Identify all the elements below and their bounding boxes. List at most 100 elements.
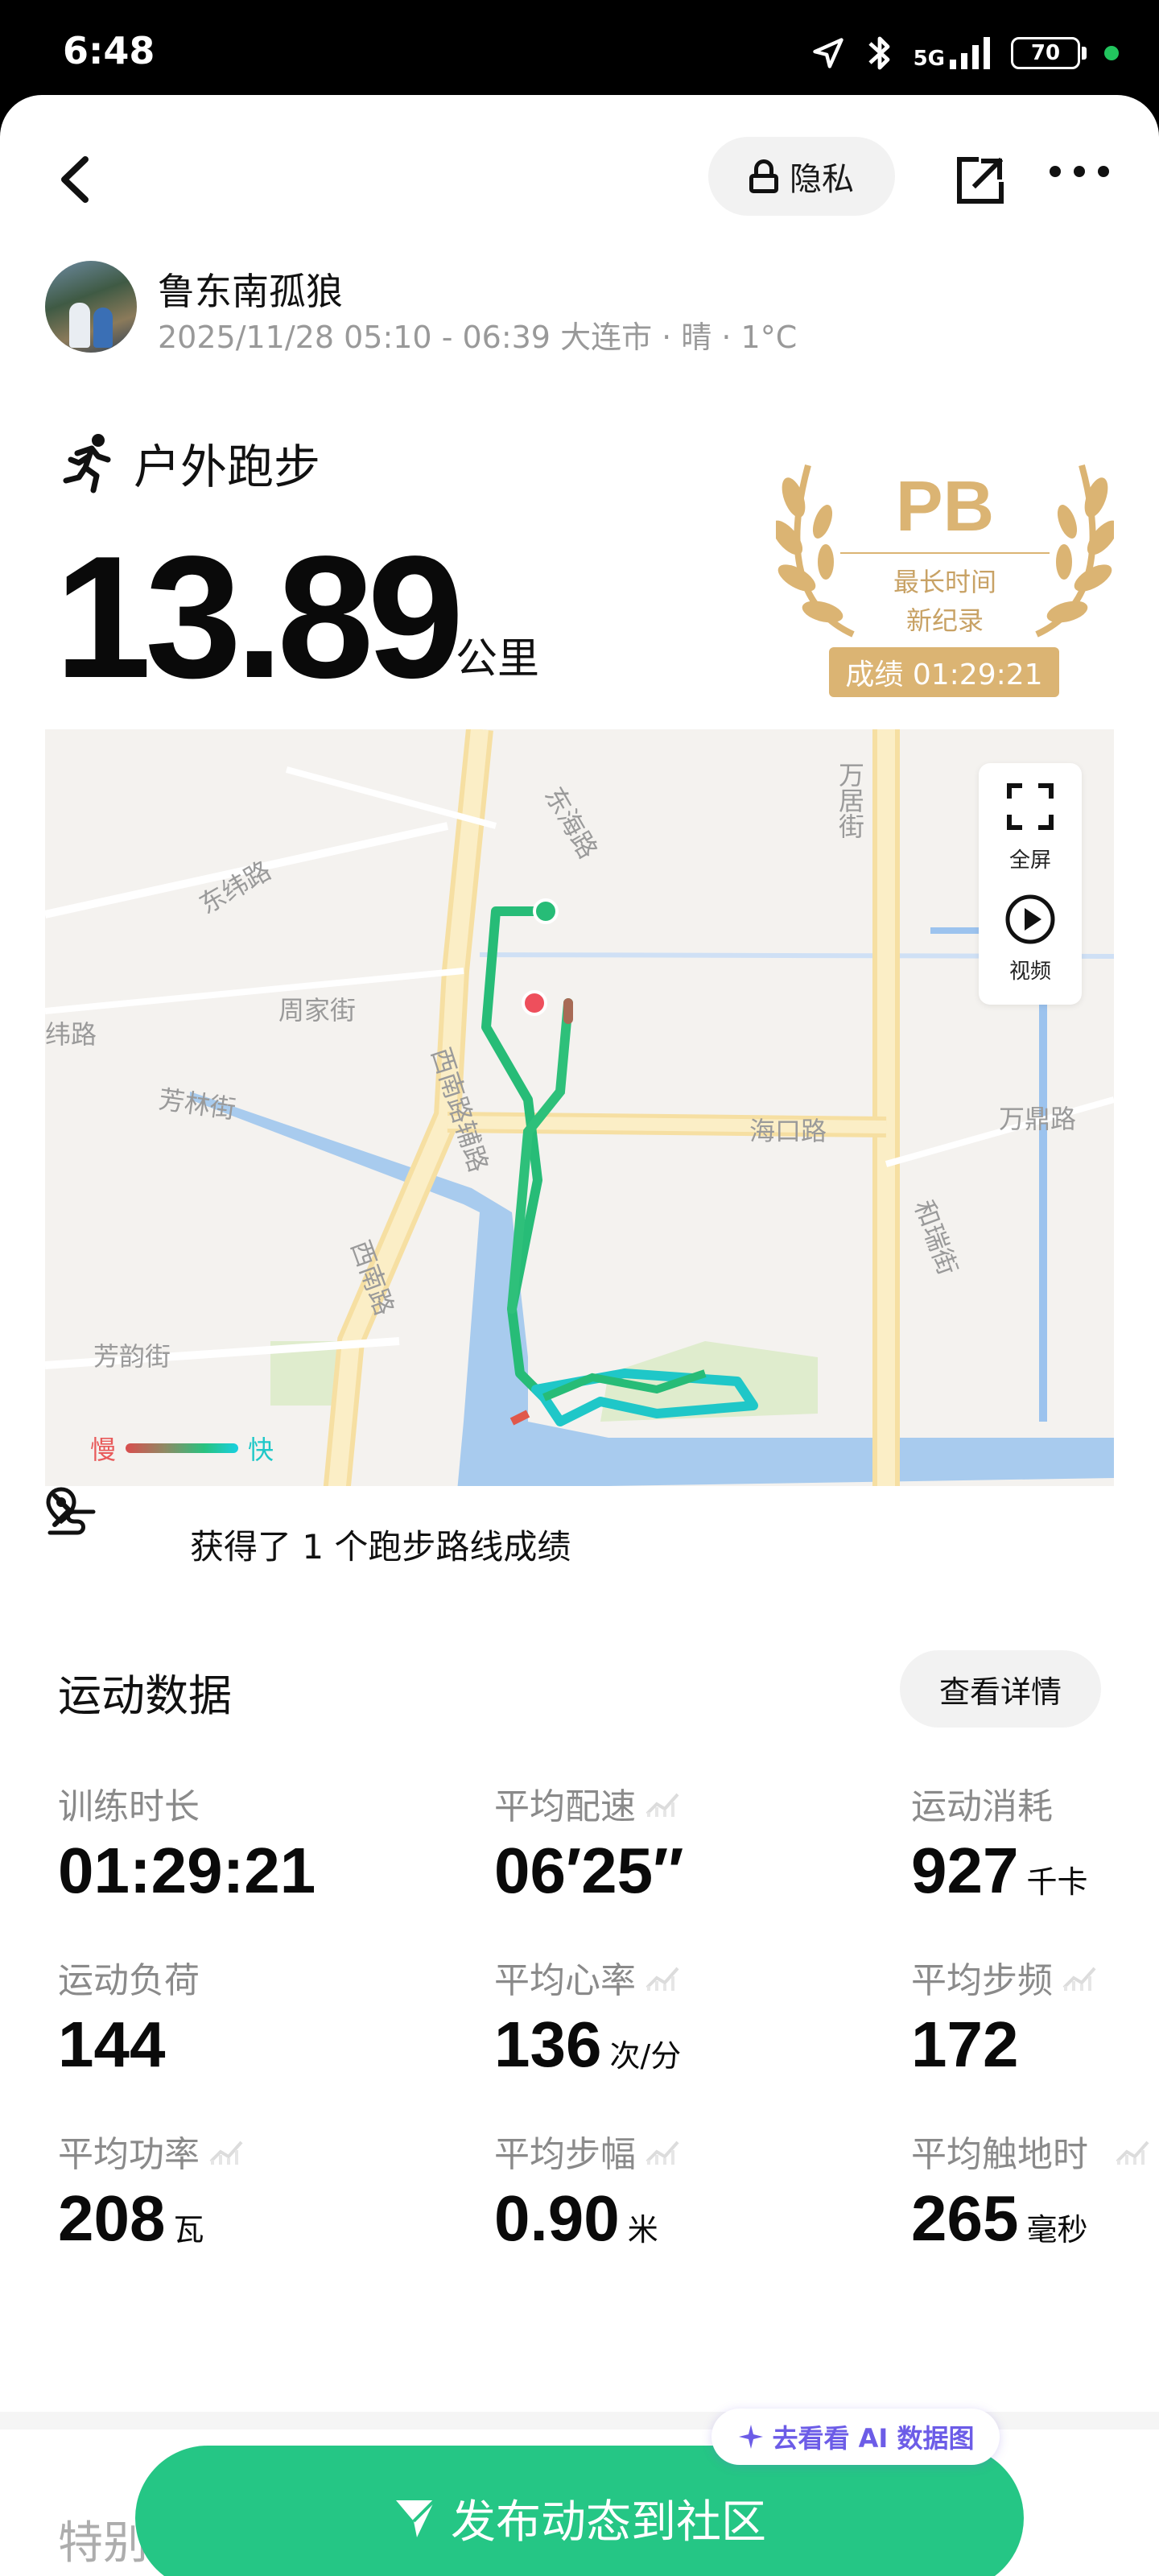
stat-label: 平均配速 bbox=[494, 1786, 636, 1827]
share-button[interactable] bbox=[951, 151, 1009, 209]
pb-badge[interactable]: PB 最长时间 新纪录 成绩 01:29:21 bbox=[776, 433, 1114, 697]
battery-tip bbox=[1082, 47, 1087, 60]
fullscreen-icon[interactable] bbox=[1006, 782, 1054, 831]
stat-value: 136 bbox=[494, 2008, 602, 2080]
status-bar: 6:48 5G 70 bbox=[0, 0, 1159, 105]
status-icons: 5G 70 bbox=[810, 31, 1119, 76]
trend-chart-icon bbox=[645, 1793, 679, 1817]
stat-value: 01:29:21 bbox=[58, 1835, 316, 1906]
play-video-icon[interactable] bbox=[1004, 894, 1056, 945]
network-type: 5G bbox=[913, 47, 945, 71]
stat-value: 172 bbox=[911, 2008, 1019, 2080]
pace-gradient-bar bbox=[126, 1443, 239, 1453]
avatar[interactable] bbox=[45, 261, 137, 353]
more-options-button[interactable] bbox=[1050, 159, 1114, 184]
trend-chart-icon bbox=[645, 1967, 679, 1991]
trend-chart-icon bbox=[209, 2140, 243, 2165]
location-arrow-icon bbox=[812, 38, 843, 68]
stat-avg-power[interactable]: 平均功率 208 瓦 bbox=[58, 2125, 396, 2270]
sparkle-icon bbox=[738, 2425, 763, 2449]
map-controls: 全屏 视频 bbox=[979, 763, 1082, 1005]
legend-fast: 快 bbox=[248, 1435, 274, 1465]
route-achievement-banner[interactable]: 获得了 1 个跑步路线成绩 bbox=[45, 1486, 1114, 1596]
stat-training-duration: 训练时长 01:29:21 bbox=[58, 1777, 396, 1922]
privacy-label: 隐私 bbox=[790, 161, 854, 198]
publish-to-community-button[interactable]: 发布动态到社区 bbox=[135, 2446, 1024, 2576]
legend-slow: 慢 bbox=[90, 1435, 117, 1465]
stat-value: 927 bbox=[911, 1835, 1019, 1906]
ai-data-chart-button[interactable]: 去看看 AI 数据图 bbox=[711, 2409, 1000, 2465]
stat-training-load: 运动负荷 144 bbox=[58, 1951, 396, 2096]
publish-button-label: 发布动态到社区 bbox=[451, 2496, 766, 2549]
privacy-indicator-dot bbox=[1104, 46, 1119, 60]
stat-avg-pace[interactable]: 平均配速 06′25″ bbox=[494, 1777, 832, 1922]
stat-value: 144 bbox=[58, 2008, 166, 2080]
cellular-signal-icon: 5G bbox=[914, 37, 993, 69]
lock-icon bbox=[749, 159, 778, 193]
battery-icon: 70 bbox=[1011, 37, 1080, 69]
stat-unit: 米 bbox=[627, 2212, 658, 2248]
video-label[interactable]: 视频 bbox=[979, 955, 1082, 985]
stat-value: 265 bbox=[911, 2182, 1019, 2254]
ai-data-chart-label: 去看看 AI 数据图 bbox=[772, 2423, 975, 2454]
pb-record-type: 最长时间 bbox=[893, 567, 996, 597]
stat-calories: 运动消耗 927 千卡 bbox=[911, 1777, 1159, 1922]
stat-unit: 千卡 bbox=[1026, 1864, 1088, 1900]
trend-chart-icon bbox=[1062, 1967, 1096, 1991]
stat-unit: 瓦 bbox=[173, 2212, 204, 2248]
stat-label: 训练时长 bbox=[58, 1786, 200, 1827]
street-label: 纬路 bbox=[45, 1019, 97, 1050]
stat-value: 208 bbox=[58, 2182, 166, 2254]
stat-label: 平均触地时 bbox=[911, 2134, 1088, 2175]
distance-unit: 公里 bbox=[456, 635, 540, 683]
stat-avg-cadence[interactable]: 平均步频 172 bbox=[911, 1951, 1159, 2096]
view-details-button[interactable]: 查看详情 bbox=[900, 1650, 1101, 1728]
back-button[interactable] bbox=[48, 143, 100, 216]
stat-label: 平均心率 bbox=[494, 1960, 636, 2001]
street-label: 芳韵街 bbox=[93, 1341, 171, 1372]
stat-ground-contact-time[interactable]: 平均触地时 265 毫秒 bbox=[911, 2125, 1153, 2270]
stat-label: 运动消耗 bbox=[911, 1786, 1053, 1827]
street-label: 周家街 bbox=[278, 995, 356, 1026]
pb-score: 成绩 01:29:21 bbox=[829, 647, 1059, 697]
running-icon bbox=[63, 434, 111, 493]
fullscreen-label[interactable]: 全屏 bbox=[979, 844, 1082, 873]
trend-chart-icon bbox=[645, 2140, 679, 2165]
stat-value: 06′25″ bbox=[494, 1835, 684, 1906]
street-label: 海口路 bbox=[749, 1116, 827, 1146]
stat-unit: 毫秒 bbox=[1026, 2212, 1088, 2248]
stat-label: 运动负荷 bbox=[58, 1960, 200, 2001]
stat-label: 平均步幅 bbox=[494, 2134, 636, 2175]
trend-chart-icon bbox=[1116, 2140, 1149, 2165]
bluetooth-icon bbox=[868, 36, 889, 70]
street-label: 万居街 bbox=[835, 762, 865, 839]
send-icon bbox=[396, 2499, 436, 2537]
status-time: 6:48 bbox=[63, 29, 155, 72]
activity-detail-sheet: 隐私 鲁东南孤狼 2025/11/28 05:10 - 06:39 大连市 · … bbox=[0, 95, 1159, 2576]
stat-label: 平均步频 bbox=[911, 1960, 1053, 2001]
user-info-row: 鲁东南孤狼 2025/11/28 05:10 - 06:39 大连市 · 晴 ·… bbox=[45, 261, 1091, 357]
stat-label: 平均功率 bbox=[58, 2134, 200, 2175]
stat-unit: 次/分 bbox=[609, 2038, 682, 2074]
pb-divider bbox=[840, 552, 1050, 554]
route-start-marker bbox=[533, 898, 559, 924]
distance-value: 13.89 bbox=[55, 519, 464, 714]
user-name[interactable]: 鲁东南孤狼 bbox=[158, 262, 343, 316]
route-map[interactable]: 东纬路 东海路 万居街 周家街 纬路 芳林街 西南路辅路 海口路 万鼎路 和瑞街… bbox=[45, 729, 1114, 1596]
stat-avg-heart-rate[interactable]: 平均心率 136 次/分 bbox=[494, 1951, 832, 2096]
pace-legend: 慢 快 bbox=[90, 1430, 274, 1467]
route-banner-text: 获得了 1 个跑步路线成绩 bbox=[190, 1527, 571, 1567]
pb-record-label: 新纪录 bbox=[905, 605, 984, 636]
stats-section-title: 运动数据 bbox=[58, 1670, 232, 1721]
sport-type-row: 户外跑步 bbox=[61, 427, 320, 499]
chevron-right-icon bbox=[52, 1493, 72, 1527]
privacy-button[interactable]: 隐私 bbox=[708, 137, 895, 216]
stat-avg-stride[interactable]: 平均步幅 0.90 米 bbox=[494, 2125, 832, 2270]
top-bar: 隐私 bbox=[0, 95, 1159, 256]
stat-value: 0.90 bbox=[494, 2182, 620, 2254]
battery-level: 70 bbox=[1030, 41, 1061, 65]
street-label: 万鼎路 bbox=[999, 1104, 1076, 1134]
route-end-marker bbox=[522, 990, 547, 1016]
activity-meta: 2025/11/28 05:10 - 06:39 大连市 · 晴 · 1°C bbox=[158, 320, 798, 355]
sport-type: 户外跑步 bbox=[134, 440, 321, 494]
